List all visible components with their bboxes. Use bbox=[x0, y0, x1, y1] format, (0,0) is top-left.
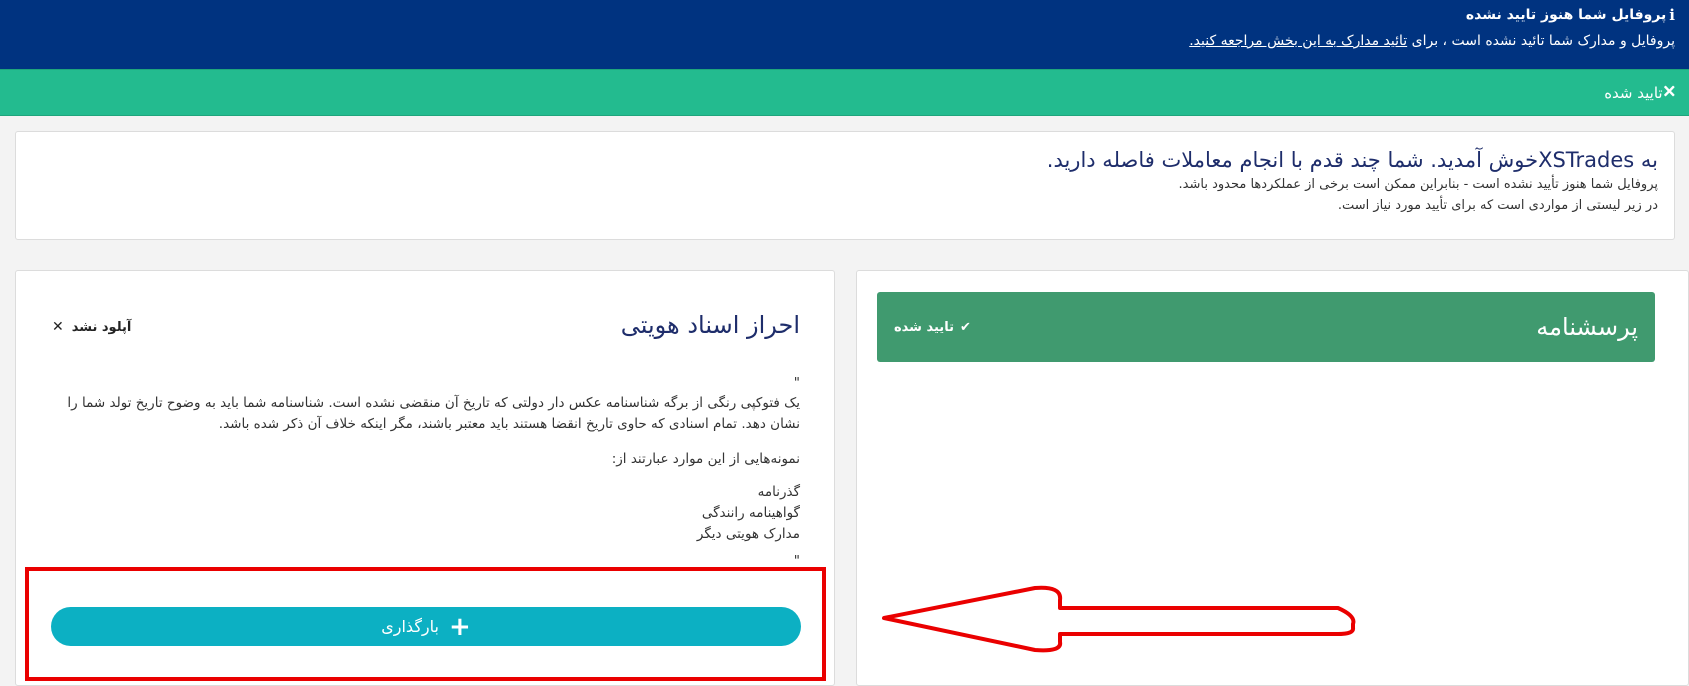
questionnaire-status-text: تایید شده bbox=[894, 319, 954, 335]
verify-documents-link[interactable]: تائید مدارک به این بخش مراجعه کنید. bbox=[1189, 33, 1407, 49]
questionnaire-bar[interactable]: پرسشنامه ✔ تایید شده bbox=[877, 292, 1655, 362]
notice-body-text: پروفایل و مدارک شما تائید نشده است ، برا… bbox=[1407, 33, 1675, 49]
upload-button-label: بارگذاری bbox=[381, 617, 439, 636]
upload-button[interactable]: + بارگذاری bbox=[51, 607, 801, 646]
identity-documents-card: احراز اسناد هویتی آپلود نشد ✕ " یک فتوکپ… bbox=[15, 270, 835, 686]
quote-open: " bbox=[793, 375, 800, 391]
verified-banner: 🗙 تایید شده bbox=[0, 69, 1689, 116]
welcome-card: به XSTradesخوش آمدید. شما چند قدم با انج… bbox=[15, 131, 1675, 240]
plus-icon: + bbox=[448, 611, 471, 642]
banner-text: تایید شده bbox=[1604, 83, 1663, 102]
list-item: گذرنامه bbox=[757, 484, 800, 500]
info-icon: i bbox=[1669, 6, 1675, 24]
check-icon: ✔ bbox=[959, 319, 971, 335]
notice-title: پروفایل شما هنوز تایید نشده bbox=[1465, 7, 1667, 23]
identity-description: " یک فتوکپی رنگی از برگه شناسنامه عکس دا… bbox=[50, 373, 800, 572]
quote-close: " bbox=[793, 553, 800, 569]
questionnaire-card: پرسشنامه ✔ تایید شده bbox=[856, 270, 1689, 686]
identity-card-title: احراز اسناد هویتی bbox=[620, 311, 800, 339]
notice-body: پروفایل و مدارک شما تائید نشده است ، برا… bbox=[14, 33, 1675, 49]
profile-unverified-notice: i پروفایل شما هنوز تایید نشده پروفایل و … bbox=[0, 0, 1689, 69]
examples-list: گذرنامه گواهینامه رانندگی مدارک هویتی دی… bbox=[50, 482, 800, 545]
close-icon[interactable]: 🗙 bbox=[1664, 80, 1675, 105]
welcome-line-2: در زیر لیستی از مواردی است که برای تأیید… bbox=[1337, 198, 1658, 213]
notice-title-row: i پروفایل شما هنوز تایید نشده bbox=[14, 6, 1675, 24]
examples-label: نمونه‌هایی از این موارد عبارتند از: bbox=[611, 451, 800, 467]
welcome-title: به XSTradesخوش آمدید. شما چند قدم با انج… bbox=[1046, 148, 1658, 172]
questionnaire-status: ✔ تایید شده bbox=[894, 320, 971, 335]
close-icon: ✕ bbox=[52, 319, 64, 335]
identity-paragraph: یک فتوکپی رنگی از برگه شناسنامه عکس دار … bbox=[67, 395, 800, 432]
list-item: مدارک هویتی دیگر bbox=[696, 526, 800, 542]
upload-status: آپلود نشد ✕ bbox=[52, 319, 131, 335]
questionnaire-title: پرسشنامه bbox=[1536, 313, 1638, 341]
list-item: گواهینامه رانندگی bbox=[701, 505, 800, 521]
upload-status-text: آپلود نشد bbox=[71, 319, 132, 335]
welcome-line-1: پروفایل شما هنوز تأیید نشده است - بنابرا… bbox=[1178, 177, 1658, 192]
